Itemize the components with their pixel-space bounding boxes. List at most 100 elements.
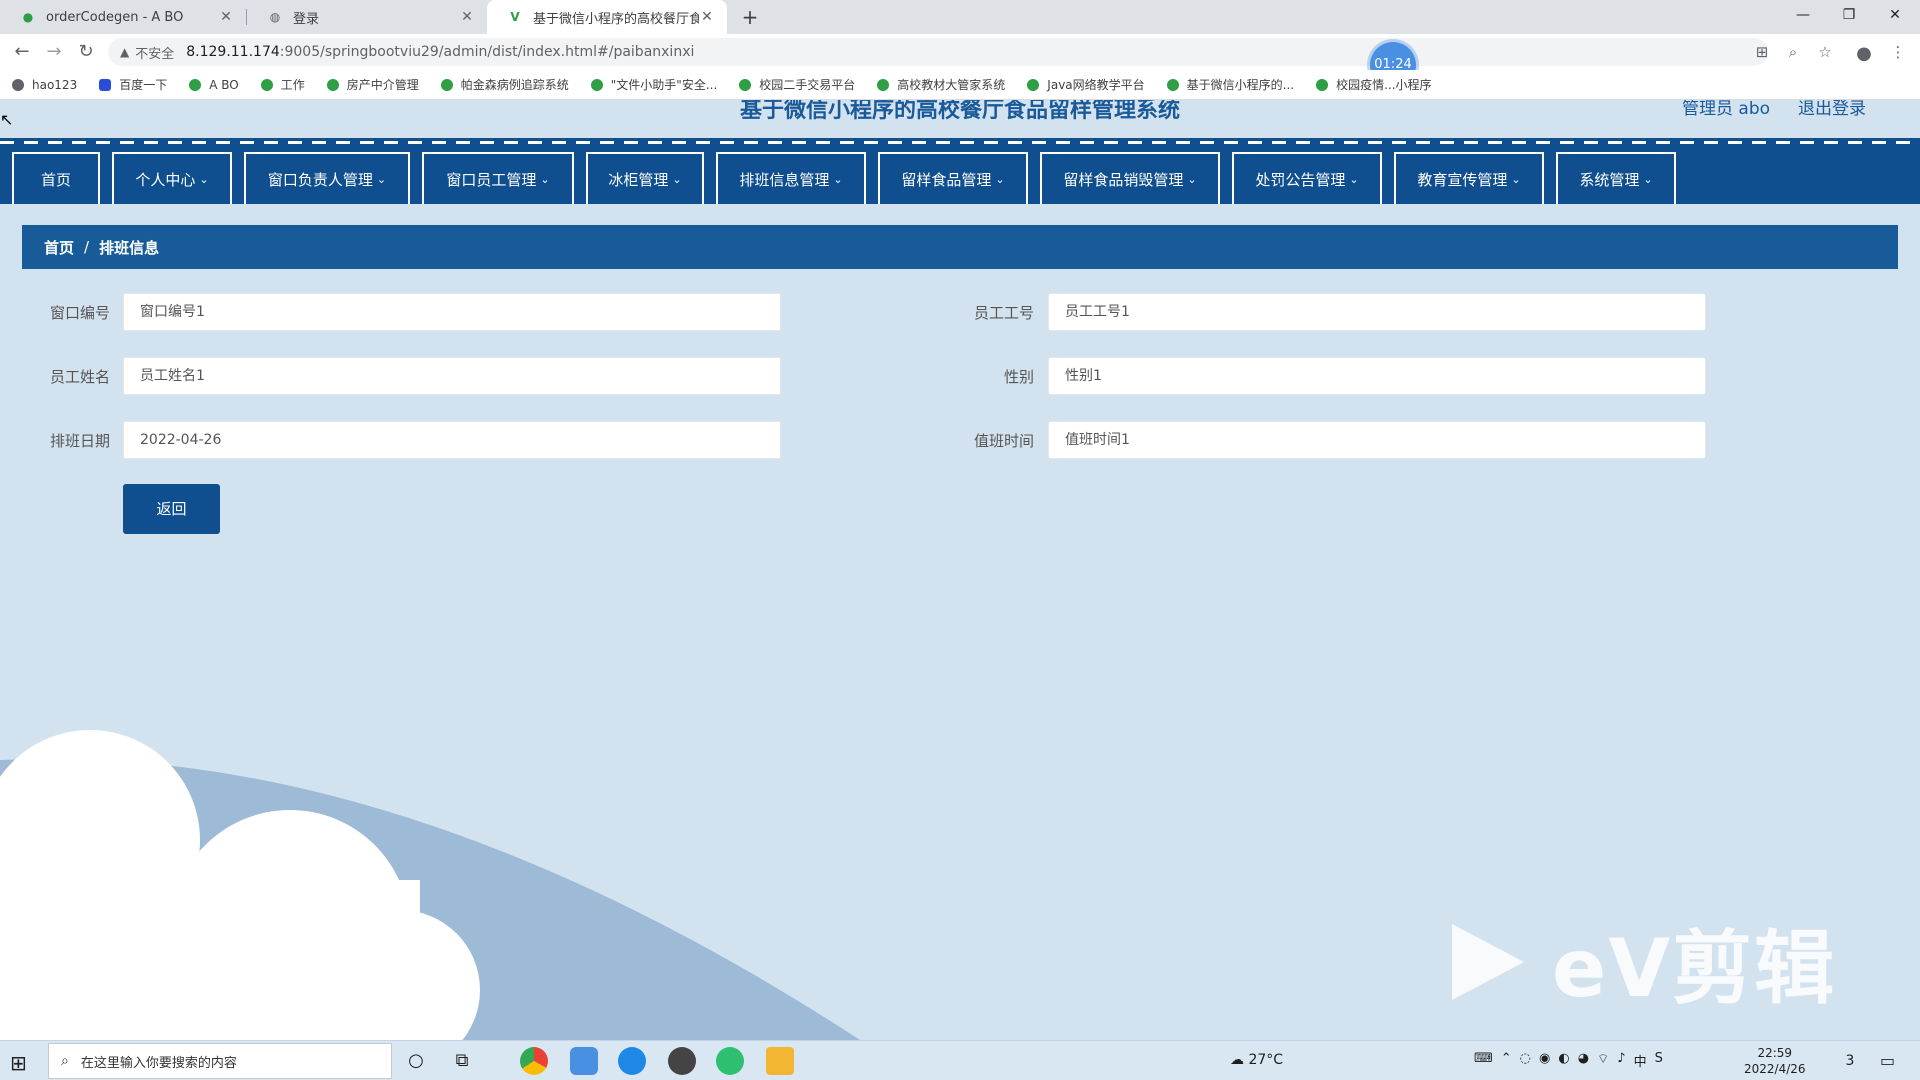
staff-name-label: 员工姓名 <box>49 368 110 386</box>
player-icon[interactable] <box>570 1047 598 1075</box>
restore-icon[interactable]: ❐ <box>1826 0 1872 30</box>
clock[interactable]: 22:59 2022/4/26 <box>1744 1045 1806 1077</box>
chevron-down-icon: ⌄ <box>1511 172 1521 186</box>
chevron-down-icon: ⌄ <box>199 172 209 186</box>
bookmark-item[interactable]: hao123 <box>12 78 77 92</box>
keyboard-icon[interactable]: ⌨ <box>1474 1051 1493 1070</box>
chevron-down-icon: ⌄ <box>672 172 682 186</box>
clock-time: 22:59 <box>1757 1046 1793 1060</box>
folder-icon[interactable] <box>766 1047 794 1075</box>
nav-item-freezer[interactable]: 冰柜管理 ⌄ <box>586 152 704 204</box>
browser-tab-active[interactable]: V 基于微信小程序的高校餐厅食品留样管理系统 ✕ <box>487 0 727 34</box>
cloud-base <box>0 880 420 1040</box>
nav-item-personal-center[interactable]: 个人中心 ⌄ <box>112 152 232 204</box>
task-view-icon[interactable]: ⧉ <box>450 1049 474 1073</box>
nav-item-home[interactable]: 首页 <box>12 152 100 204</box>
nav-item-window-staff[interactable]: 窗口员工管理 ⌄ <box>422 152 574 204</box>
staff-no-field[interactable]: 员工工号1 <box>1048 293 1706 331</box>
bookmark-item[interactable]: 校园疫情...小程序 <box>1316 76 1432 93</box>
baidu-icon <box>99 78 112 91</box>
nav-item-shift-info[interactable]: 排班信息管理 ⌄ <box>716 152 866 204</box>
browser-tab-login[interactable]: ◍ 登录 ✕ <box>247 0 487 34</box>
vue-icon <box>590 78 603 91</box>
nav-item-sample-destroy[interactable]: 留样食品销毁管理 ⌄ <box>1040 152 1220 204</box>
notification-count[interactable]: 3 <box>1838 1049 1862 1073</box>
bookmark-item[interactable]: 工作 <box>260 76 305 93</box>
nav-dashed-border <box>0 141 1920 144</box>
windows-start-icon[interactable]: ⊞ <box>10 1051 27 1075</box>
back-button[interactable]: 返回 <box>123 484 220 534</box>
forward-arrow-icon[interactable]: → <box>42 40 66 64</box>
app-avatar-icon[interactable] <box>668 1047 696 1075</box>
main-nav: 首页 个人中心 ⌄ 窗口负责人管理 ⌄ 窗口员工管理 ⌄ 冰柜管理 ⌄ 排班信息管理 ⌄ … <box>0 138 1920 204</box>
profile-icon[interactable]: ● <box>1854 43 1874 64</box>
wechat-tray-icon[interactable]: ◉ <box>1539 1051 1550 1070</box>
bookmark-star-icon[interactable]: ☆ <box>1815 43 1835 63</box>
nav-item-window-manager[interactable]: 窗口负责人管理 ⌄ <box>244 152 410 204</box>
window-no-field[interactable]: 窗口编号1 <box>123 293 781 331</box>
qq-icon[interactable]: ◕ <box>1578 1051 1589 1070</box>
nav-item-sample-food[interactable]: 留样食品管理 ⌄ <box>878 152 1028 204</box>
wechat-icon[interactable] <box>716 1047 744 1075</box>
vue-icon: ● <box>22 10 34 24</box>
sogou-icon[interactable]: S <box>1655 1051 1663 1070</box>
wifi-icon[interactable]: ⌔ <box>1597 1051 1609 1070</box>
bookmark-item[interactable]: 校园二手交易平台 <box>739 76 855 93</box>
bookmark-item[interactable]: Java网络教学平台 <box>1027 76 1145 93</box>
duty-time-field[interactable]: 值班时间1 <box>1048 421 1706 459</box>
edge-icon[interactable] <box>618 1047 646 1075</box>
bookmark-item[interactable]: "文件小助手"安全... <box>590 76 717 93</box>
close-icon[interactable]: ✕ <box>459 9 475 25</box>
bookmark-item[interactable]: 帕金森病例追踪系统 <box>440 76 569 93</box>
vue-icon <box>326 78 339 91</box>
breadcrumb-current: 排班信息 <box>99 238 160 257</box>
breadcrumb-home[interactable]: 首页 <box>44 237 74 258</box>
reload-icon[interactable]: ↻ <box>74 40 98 64</box>
breadcrumb: 首页 / 排班信息 <box>22 225 1898 269</box>
close-icon[interactable]: ✕ <box>699 9 715 25</box>
shift-date-field[interactable]: 2022-04-26 <box>123 421 781 459</box>
app-tray-icon[interactable]: ◌ <box>1520 1051 1531 1070</box>
bookmark-item[interactable]: 房产中介管理 <box>326 76 419 93</box>
back-arrow-icon[interactable]: ← <box>10 40 34 64</box>
close-icon[interactable]: ✕ <box>218 9 234 25</box>
globe-icon <box>12 78 24 91</box>
bookmark-item[interactable]: A BO <box>189 78 239 92</box>
window-close-icon[interactable]: ✕ <box>1872 0 1918 30</box>
app-header: 基于微信小程序的高校餐厅食品留样管理系统 管理员 abo 退出登录 <box>0 100 1920 140</box>
vue-icon <box>189 78 202 91</box>
volume-icon[interactable]: ♪ <box>1617 1051 1625 1070</box>
chevron-up-icon[interactable]: ⌃ <box>1501 1051 1512 1070</box>
gender-field[interactable]: 性别1 <box>1048 357 1706 395</box>
nav-item-system[interactable]: 系统管理 ⌄ <box>1556 152 1676 204</box>
url-host: 8.129.11.174 <box>186 44 280 60</box>
breadcrumb-separator: / <box>84 238 90 256</box>
translate-icon[interactable]: ⊞ <box>1752 43 1772 63</box>
cortana-icon[interactable]: ○ <box>404 1049 428 1073</box>
current-user: 管理员 abo <box>1682 100 1771 119</box>
address-bar[interactable]: ▲ 不安全 8.129.11.174:9005/springbootviu29/… <box>108 38 1768 66</box>
vue-icon <box>1316 78 1329 91</box>
ime-icon[interactable]: 中 <box>1634 1051 1647 1070</box>
staff-name-field[interactable]: 员工姓名1 <box>123 357 781 395</box>
chevron-down-icon: ⌄ <box>1643 172 1653 186</box>
edge-tray-icon[interactable]: ◐ <box>1558 1051 1569 1070</box>
bookmark-item[interactable]: 基于微信小程序的... <box>1166 76 1294 93</box>
chrome-icon[interactable] <box>520 1047 548 1075</box>
bookmark-item[interactable]: 高校教材大管家系统 <box>877 76 1005 93</box>
logout-link[interactable]: 退出登录 <box>1798 100 1866 119</box>
new-tab-button[interactable]: + <box>738 5 762 29</box>
zoom-icon[interactable]: ⌕ <box>1783 43 1803 63</box>
weather-widget[interactable]: ☁ 27°C <box>1230 1052 1283 1068</box>
browser-tab-ordercodegen[interactable]: ● orderCodegen - A BO ✕ <box>0 0 246 34</box>
nav-item-penalty-notice[interactable]: 处罚公告管理 ⌄ <box>1232 152 1382 204</box>
chevron-down-icon: ⌄ <box>376 172 387 186</box>
menu-icon[interactable]: ⋮ <box>1888 43 1908 63</box>
vue-icon <box>739 78 752 91</box>
bookmark-item[interactable]: 百度一下 <box>99 76 167 93</box>
vue-icon <box>440 78 453 91</box>
action-center-icon[interactable]: ▭ <box>1880 1051 1895 1070</box>
taskbar-search-input[interactable]: ⌕ 在这里输入你要搜索的内容 <box>48 1043 392 1079</box>
nav-item-education[interactable]: 教育宣传管理 ⌄ <box>1394 152 1544 204</box>
minimize-icon[interactable]: — <box>1780 0 1826 30</box>
